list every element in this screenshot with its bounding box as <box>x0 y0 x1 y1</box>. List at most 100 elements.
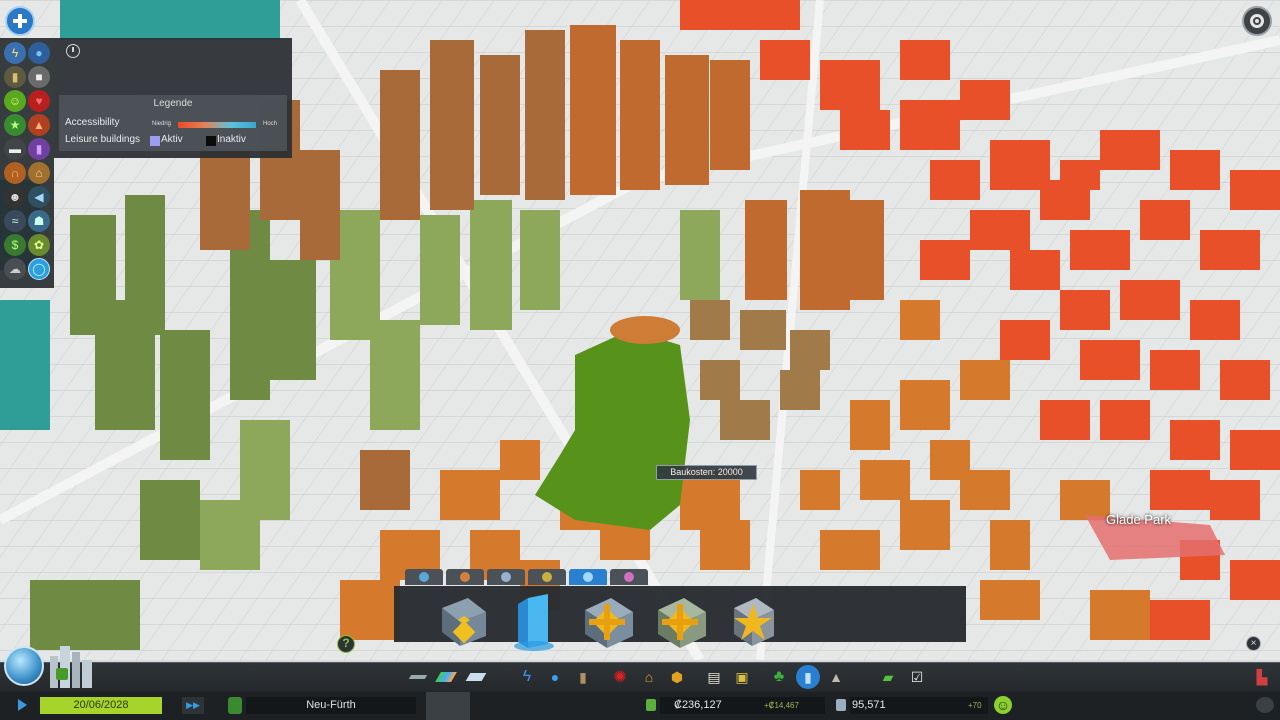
health-info-button[interactable]: ♥ <box>28 90 50 112</box>
police-button[interactable]: ⬢ <box>667 667 687 687</box>
healthcare-button[interactable]: ✺ <box>610 667 630 687</box>
tab-5[interactable] <box>569 569 607 585</box>
unique-buildings-button[interactable]: ▮ <box>796 665 820 689</box>
city-name[interactable]: Neu-Fürth <box>246 697 416 714</box>
police-badge-icon: ⬢ <box>670 668 684 685</box>
clipboard-icon: ☑ <box>910 668 924 685</box>
star-icon: ★ <box>9 118 21 132</box>
chat-icon[interactable] <box>1256 697 1274 713</box>
active-label: Aktiv <box>161 134 183 145</box>
city-skyline-icon[interactable] <box>46 640 104 688</box>
electricity-button[interactable]: ϟ <box>517 667 537 687</box>
building-option-1[interactable] <box>430 590 494 652</box>
tab-2[interactable] <box>446 569 484 585</box>
transport-button[interactable]: ▣ <box>732 667 752 687</box>
building-option-5[interactable] <box>722 590 786 652</box>
garbage-truck-icon: ▮ <box>579 668 587 685</box>
policies-button[interactable]: ☑ <box>907 667 927 687</box>
tab-icon <box>501 572 511 582</box>
money-display[interactable]: ₡236,127 <box>660 697 825 714</box>
construction-cost-tooltip: Baukosten: 20000 <box>656 465 757 480</box>
tab-icon <box>460 572 470 582</box>
clock-icon[interactable] <box>66 44 80 58</box>
monuments-button[interactable]: ▲ <box>826 667 846 687</box>
help-button[interactable]: ? <box>337 635 355 653</box>
book-icon: ▮ <box>35 142 43 156</box>
unlock-button[interactable] <box>228 697 242 714</box>
transport-info-button[interactable]: ∩ <box>4 162 26 184</box>
traffic-info-button[interactable]: ▬ <box>4 138 26 160</box>
fast-forward-icon: ▶▶ <box>186 700 200 710</box>
cloud-icon: ☁ <box>9 262 21 276</box>
tab-4[interactable] <box>528 569 566 585</box>
wind-info-button[interactable]: ≈ <box>4 210 26 232</box>
crime-info-button[interactable]: ☻ <box>4 186 26 208</box>
districts-button[interactable] <box>465 667 487 687</box>
economy-info-button[interactable]: $ <box>4 234 26 256</box>
zoning-icon <box>435 672 457 682</box>
happiness-icon[interactable]: ☺ <box>994 696 1012 714</box>
tree-icon: ♣ <box>773 668 785 685</box>
parks-button[interactable]: ♣ <box>769 667 789 687</box>
hut-icon: ⌂ <box>35 166 43 180</box>
education-button[interactable]: ▤ <box>704 667 724 687</box>
landvalue-info-button[interactable]: ★ <box>4 114 26 136</box>
fire-station-icon: ⌂ <box>644 669 654 685</box>
money-bundle-icon: ▰ <box>882 668 894 685</box>
water-button[interactable]: ● <box>545 667 565 687</box>
settings-button[interactable] <box>1242 6 1272 36</box>
date-display: 20/06/2028 <box>40 697 162 714</box>
lightning-icon: ϟ <box>522 668 532 685</box>
lightning-icon: ϟ <box>11 46 19 60</box>
toolbar-toggle-button[interactable] <box>5 6 35 36</box>
building-option-2[interactable] <box>504 590 568 652</box>
buildings-info-button[interactable]: ■ <box>28 66 50 88</box>
health-icon: ✺ <box>613 669 627 686</box>
heart-icon: ♥ <box>35 94 43 108</box>
accessibility-info-button[interactable]: ◯ <box>28 258 50 280</box>
roads-button[interactable] <box>408 667 428 687</box>
tab-1[interactable] <box>405 569 443 585</box>
building-option-4[interactable] <box>648 590 712 652</box>
education-info-button[interactable]: ▮ <box>28 138 50 160</box>
garbage-icon: ▮ <box>11 70 19 84</box>
water-info-button[interactable]: ● <box>28 42 50 64</box>
legend-title: Legende <box>153 98 193 109</box>
circle-icon: ◯ <box>32 262 46 276</box>
speed-button[interactable]: ▶▶ <box>182 697 204 714</box>
skull-icon: ☻ <box>8 190 22 204</box>
people-icon: ☗ <box>33 214 45 228</box>
population-info-button[interactable]: ☗ <box>28 210 50 232</box>
bus-icon: ▣ <box>735 668 749 685</box>
high-label: Hoch <box>263 121 278 127</box>
building-option-3[interactable] <box>575 590 639 652</box>
deathcare-button[interactable]: ⌂ <box>639 667 659 687</box>
garbage-button[interactable]: ▮ <box>573 667 593 687</box>
electricity-info-button[interactable]: ϟ <box>4 42 26 64</box>
park-label[interactable]: Glade Park <box>1106 512 1171 527</box>
inactive-label: Inaktiv <box>217 134 246 145</box>
money-icon <box>646 699 656 711</box>
population-change: +70 <box>968 701 982 710</box>
close-panel-button[interactable]: × <box>1246 636 1261 651</box>
tab-icon <box>542 572 552 582</box>
chirper-globe-button[interactable] <box>4 646 44 686</box>
fire-info-button[interactable]: ⌂ <box>28 162 50 184</box>
play-icon[interactable] <box>18 699 27 711</box>
garbage-info-button[interactable]: ▮ <box>4 66 26 88</box>
noise-info-button[interactable]: ◀ <box>28 186 50 208</box>
chirper-button[interactable]: ▙ <box>1252 667 1272 687</box>
zoning-button[interactable] <box>435 667 457 687</box>
tab-6[interactable] <box>610 569 648 585</box>
tab-3[interactable] <box>487 569 525 585</box>
tent-icon: ▲ <box>33 118 45 132</box>
pollution-info-button[interactable]: ☁ <box>4 258 26 280</box>
low-label: Niedrig <box>152 121 172 127</box>
building-icon: ■ <box>35 70 43 84</box>
happiness-info-button[interactable]: ☺ <box>4 90 26 112</box>
entertainment-info-button[interactable]: ▲ <box>28 114 50 136</box>
money-button[interactable]: ▰ <box>878 667 898 687</box>
resources-info-button[interactable]: ✿ <box>28 234 50 256</box>
funds-bar-graph <box>426 692 470 720</box>
speaker-icon: ◀ <box>34 190 44 204</box>
